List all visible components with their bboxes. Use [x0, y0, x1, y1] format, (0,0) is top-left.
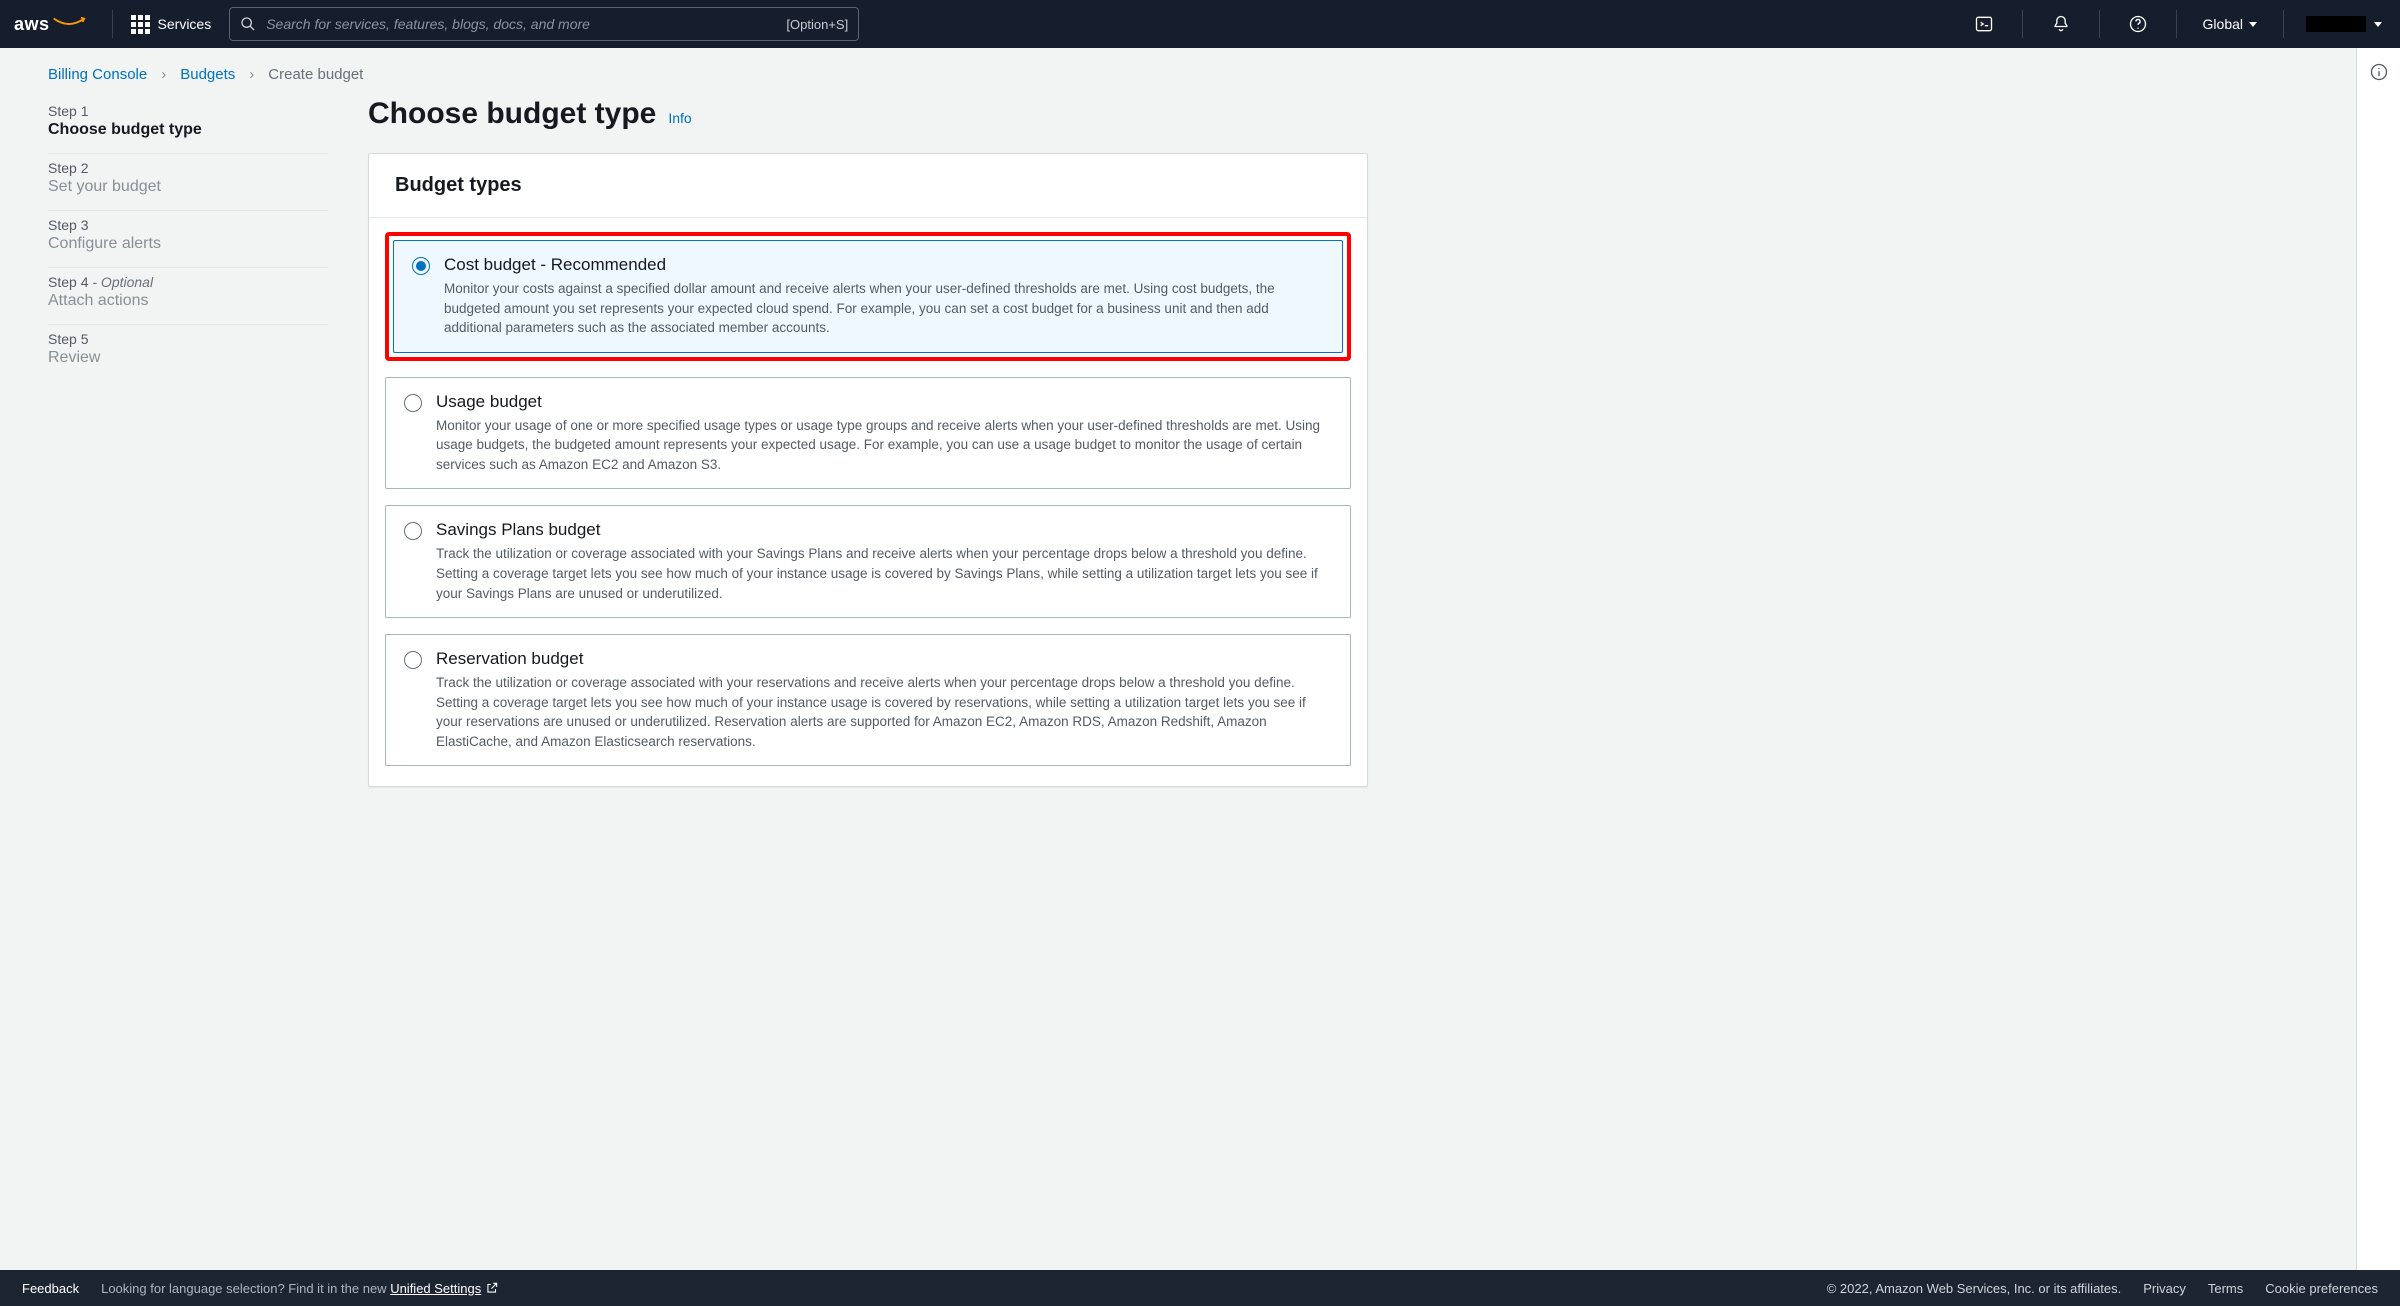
- highlight-annotation: Cost budget - Recommended Monitor your co…: [385, 232, 1351, 361]
- info-icon: [2369, 62, 2389, 82]
- step-label: Step 3: [48, 217, 328, 233]
- info-drawer-toggle[interactable]: [2356, 48, 2400, 1270]
- step-4[interactable]: Step 4 - Optional Attach actions: [48, 268, 328, 325]
- footer-lang-msg: Looking for language selection? Find it …: [101, 1281, 499, 1296]
- step-title: Set your budget: [48, 178, 328, 196]
- step-label: Step 2: [48, 160, 328, 176]
- cloudshell-icon[interactable]: [1964, 14, 2004, 34]
- step-label: Step 4 - Optional: [48, 274, 328, 290]
- step-title: Review: [48, 349, 328, 367]
- notifications-icon[interactable]: [2041, 14, 2081, 34]
- help-icon[interactable]: [2118, 14, 2158, 34]
- chevron-down-icon: [2374, 22, 2382, 27]
- aws-smile-icon: [52, 20, 86, 28]
- option-title: Cost budget - Recommended: [444, 255, 1324, 275]
- nav-separator: [2099, 10, 2100, 38]
- budget-type-option-1[interactable]: Usage budget Monitor your usage of one or…: [385, 377, 1351, 490]
- services-menu[interactable]: Services: [131, 15, 212, 34]
- feedback-link[interactable]: Feedback: [22, 1281, 79, 1296]
- aws-logo[interactable]: aws: [14, 14, 86, 35]
- budget-type-option-3[interactable]: Reservation budget Track the utilization …: [385, 634, 1351, 766]
- option-description: Monitor your usage of one or more specif…: [436, 416, 1332, 475]
- top-nav: aws Services [Option+S] Global: [0, 0, 2400, 48]
- aws-logo-text: aws: [14, 14, 50, 35]
- radio-icon: [404, 522, 422, 540]
- nav-separator: [2022, 10, 2023, 38]
- breadcrumb-budgets[interactable]: Budgets: [180, 66, 235, 83]
- footer-copyright: © 2022, Amazon Web Services, Inc. or its…: [1827, 1281, 2122, 1296]
- option-title: Usage budget: [436, 392, 1332, 412]
- chevron-down-icon: [2249, 22, 2257, 27]
- step-2[interactable]: Step 2 Set your budget: [48, 154, 328, 211]
- breadcrumb-current: Create budget: [268, 66, 363, 83]
- account-name-redacted: [2306, 16, 2366, 32]
- search-icon: [240, 16, 256, 32]
- step-5[interactable]: Step 5 Review: [48, 325, 328, 381]
- search-bar[interactable]: [Option+S]: [229, 7, 859, 41]
- privacy-link[interactable]: Privacy: [2143, 1281, 2186, 1296]
- search-input[interactable]: [266, 16, 776, 32]
- step-title: Configure alerts: [48, 235, 328, 253]
- steps-sidebar: Step 1 Choose budget type Step 2 Set your b…: [48, 97, 328, 787]
- step-title: Choose budget type: [48, 121, 328, 139]
- option-title: Savings Plans budget: [436, 520, 1332, 540]
- step-label: Step 5: [48, 331, 328, 347]
- external-link-icon: [485, 1281, 499, 1295]
- region-label: Global: [2203, 16, 2243, 32]
- budget-type-option-0[interactable]: Cost budget - Recommended Monitor your co…: [393, 240, 1343, 353]
- page-title: Choose budget type: [368, 97, 656, 131]
- radio-icon: [412, 257, 430, 275]
- footer: Feedback Looking for language selection?…: [0, 1270, 2400, 1306]
- step-label: Step 1: [48, 103, 328, 119]
- budget-types-panel: Budget types Cost budget - Recommended Mo…: [368, 153, 1368, 787]
- breadcrumb: Billing Console › Budgets › Create budge…: [48, 66, 2356, 83]
- account-menu[interactable]: [2302, 16, 2386, 32]
- step-1: Step 1 Choose budget type: [48, 97, 328, 154]
- option-description: Track the utilization or coverage associ…: [436, 544, 1332, 603]
- panel-header: Budget types: [369, 154, 1367, 218]
- region-selector[interactable]: Global: [2195, 16, 2265, 32]
- chevron-right-icon: ›: [161, 66, 166, 83]
- radio-icon: [404, 651, 422, 669]
- radio-icon: [404, 394, 422, 412]
- step-title: Attach actions: [48, 292, 328, 310]
- services-label: Services: [158, 16, 212, 32]
- nav-separator: [2176, 10, 2177, 38]
- nav-separator: [2283, 10, 2284, 38]
- option-description: Track the utilization or coverage associ…: [436, 673, 1332, 751]
- unified-settings-link[interactable]: Unified Settings: [390, 1281, 499, 1296]
- cookies-link[interactable]: Cookie preferences: [2265, 1281, 2378, 1296]
- option-title: Reservation budget: [436, 649, 1332, 669]
- budget-type-option-2[interactable]: Savings Plans budget Track the utilizatio…: [385, 505, 1351, 618]
- breadcrumb-billing[interactable]: Billing Console: [48, 66, 147, 83]
- nav-separator: [112, 10, 113, 38]
- chevron-right-icon: ›: [249, 66, 254, 83]
- terms-link[interactable]: Terms: [2208, 1281, 2243, 1296]
- option-description: Monitor your costs against a specified d…: [444, 279, 1324, 338]
- step-3[interactable]: Step 3 Configure alerts: [48, 211, 328, 268]
- search-shortcut: [Option+S]: [786, 17, 848, 32]
- info-link[interactable]: Info: [668, 110, 691, 126]
- grid-icon: [131, 15, 150, 34]
